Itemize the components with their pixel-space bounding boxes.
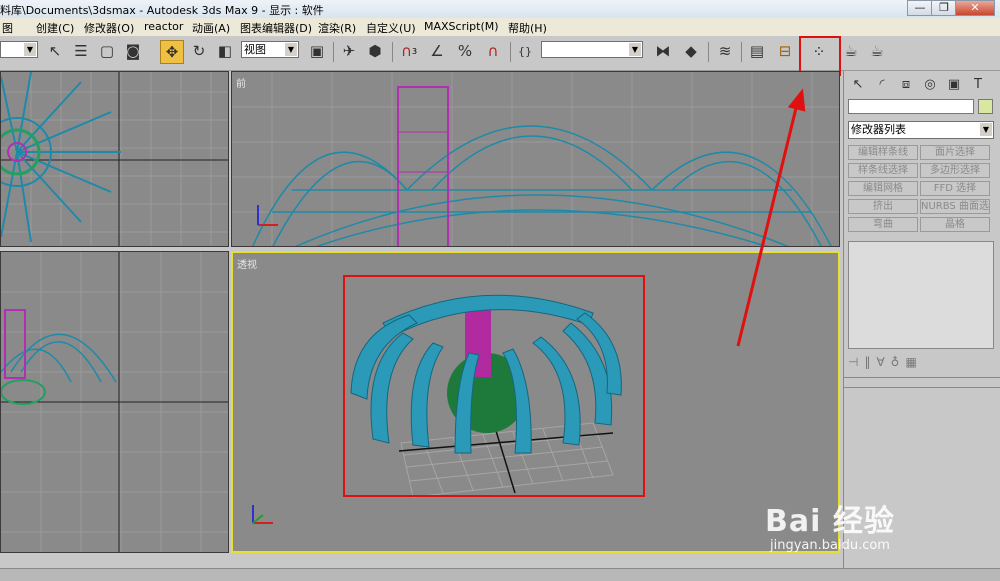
rotate-icon[interactable]: ↻ bbox=[188, 40, 210, 62]
pivot-center-icon[interactable]: ▣ bbox=[306, 40, 328, 62]
keyboard-shortcut-icon[interactable]: ⬢ bbox=[364, 40, 386, 62]
ffd-select-button[interactable]: FFD 选择 bbox=[920, 181, 990, 196]
menu-item-create[interactable]: 创建(C) bbox=[36, 20, 74, 36]
close-button[interactable]: ✕ bbox=[955, 0, 995, 16]
menu-item-reactor[interactable]: reactor bbox=[144, 20, 183, 33]
configure-sets-icon[interactable]: ▦ bbox=[905, 355, 922, 369]
object-name-field[interactable] bbox=[848, 99, 974, 114]
poly-select-button[interactable]: 多边形选择 bbox=[920, 163, 990, 178]
snap-dimension-label: 3 bbox=[411, 46, 418, 56]
viewport-left-canvas bbox=[1, 252, 228, 552]
align-icon[interactable]: ◆ bbox=[680, 40, 702, 62]
minimize-button[interactable]: — bbox=[907, 0, 933, 16]
hierarchy-tab-icon[interactable]: ⧈ bbox=[896, 75, 916, 93]
modifier-stack-list[interactable] bbox=[848, 241, 994, 349]
patch-select-button[interactable]: 面片选择 bbox=[920, 145, 990, 160]
status-bar bbox=[0, 568, 1000, 581]
nurbs-surface-select-button[interactable]: NURBS 曲面选择 bbox=[920, 199, 990, 214]
material-editor-highlight bbox=[799, 36, 841, 76]
select-arrow-icon[interactable]: ↖ bbox=[44, 40, 66, 62]
snap-icon[interactable]: ∩ 3 bbox=[398, 40, 420, 62]
select-manipulate-icon[interactable]: ✈ bbox=[338, 40, 360, 62]
chevron-down-icon: ▼ bbox=[285, 43, 297, 56]
reference-coord-value: 视图 bbox=[244, 43, 266, 56]
toolbar-separator bbox=[741, 42, 742, 62]
edit-spline-button[interactable]: 编辑样条线 bbox=[848, 145, 918, 160]
lattice-button[interactable]: 晶格 bbox=[920, 217, 990, 232]
modify-tab-icon[interactable]: ◜ bbox=[872, 75, 892, 93]
bend-button[interactable]: 弯曲 bbox=[848, 217, 918, 232]
named-selection-icon[interactable]: {} bbox=[514, 40, 536, 62]
schematic-view-icon[interactable]: ⊟ bbox=[774, 40, 796, 62]
menu-bar: 图 创建(C) 修改器(O) reactor 动画(A) 图表编辑器(D) 渲染… bbox=[0, 18, 1000, 37]
baidu-watermark-url: jingyan.baidu.com bbox=[770, 538, 890, 553]
edit-mesh-button[interactable]: 编辑网格 bbox=[848, 181, 918, 196]
viewport-top[interactable] bbox=[0, 71, 229, 247]
baidu-watermark-logo: Bai 经验 bbox=[765, 504, 895, 539]
pin-stack-icon[interactable]: ⊣ bbox=[848, 355, 864, 369]
chevron-down-icon: ▼ bbox=[629, 43, 641, 56]
layer-manager-icon[interactable]: ≋ bbox=[714, 40, 736, 62]
menu-item-customize[interactable]: 自定义(U) bbox=[366, 20, 416, 36]
toolbar-separator bbox=[510, 42, 511, 62]
chevron-down-icon: ▼ bbox=[24, 43, 36, 56]
display-tab-icon[interactable]: ▣ bbox=[944, 75, 964, 93]
menu-item-view[interactable]: 图 bbox=[2, 20, 13, 36]
annotation-arrow bbox=[736, 88, 806, 347]
modifier-list-dropdown[interactable]: 修改器列表 ▼ bbox=[848, 121, 994, 139]
extrude-button[interactable]: 挤出 bbox=[848, 199, 918, 214]
reference-coord-dropdown[interactable]: 视图 ▼ bbox=[241, 41, 299, 58]
window-crossing-icon[interactable]: ◙ bbox=[122, 40, 144, 62]
show-end-result-icon[interactable]: ‖ bbox=[864, 355, 876, 369]
menu-item-help[interactable]: 帮助(H) bbox=[508, 20, 547, 36]
panel-divider bbox=[844, 387, 1000, 388]
angle-snap-icon[interactable]: ∠ bbox=[426, 40, 448, 62]
utilities-tab-icon[interactable]: T bbox=[968, 75, 988, 93]
object-color-swatch[interactable] bbox=[978, 99, 993, 114]
move-icon[interactable]: ✥ bbox=[160, 40, 184, 64]
mirror-icon[interactable]: ⧓ bbox=[652, 40, 674, 62]
render-scene-icon[interactable]: ☕ bbox=[840, 40, 862, 62]
modifier-list-label: 修改器列表 bbox=[851, 123, 906, 136]
make-unique-icon[interactable]: ∀ bbox=[876, 355, 890, 369]
menu-item-rendering[interactable]: 渲染(R) bbox=[318, 20, 356, 36]
toolbar-separator bbox=[392, 42, 393, 62]
title-bar: 料库\Documents\3dsmax - Autodesk 3ds Max 9… bbox=[0, 0, 1000, 19]
stack-controls: ⊣‖∀♁▦ bbox=[848, 355, 994, 373]
chevron-down-icon: ▼ bbox=[980, 123, 992, 136]
motion-tab-icon[interactable]: ◎ bbox=[920, 75, 940, 93]
spinner-snap-icon[interactable]: ∩ bbox=[482, 40, 504, 62]
quick-render-icon[interactable]: ☕ bbox=[866, 40, 888, 62]
curve-editor-icon[interactable]: ▤ bbox=[746, 40, 768, 62]
toolbar-separator bbox=[333, 42, 334, 62]
main-toolbar: ▼ ↖ ☰ ▢ ◙ ✥ ↻ ◧ 视图 ▼ ▣ ✈ ⬢ ∩ 3 ∠ % ∩ {} ▼ … bbox=[0, 36, 1000, 76]
restore-button[interactable]: ❐ bbox=[931, 0, 957, 16]
create-tab-icon[interactable]: ↖ bbox=[848, 75, 868, 93]
rect-select-icon[interactable]: ▢ bbox=[96, 40, 118, 62]
axis-tripod-icon bbox=[252, 505, 273, 524]
spline-select-button[interactable]: 样条线选择 bbox=[848, 163, 918, 178]
object-highlight-box bbox=[343, 275, 645, 497]
menu-item-modifiers[interactable]: 修改器(O) bbox=[84, 20, 134, 36]
percent-snap-icon[interactable]: % bbox=[454, 40, 476, 62]
named-selection-dropdown[interactable]: ▼ bbox=[541, 41, 643, 58]
viewport-top-canvas bbox=[1, 72, 228, 246]
selection-filter-dropdown[interactable]: ▼ bbox=[0, 41, 38, 58]
window-title: 料库\Documents\3dsmax - Autodesk 3ds Max 9… bbox=[0, 4, 324, 17]
viewport-left[interactable] bbox=[0, 251, 229, 553]
remove-modifier-icon[interactable]: ♁ bbox=[891, 355, 906, 369]
viewport-label: 前 bbox=[236, 79, 246, 90]
toolbar-separator bbox=[708, 42, 709, 62]
menu-item-animation[interactable]: 动画(A) bbox=[192, 20, 230, 36]
menu-item-graph-editors[interactable]: 图表编辑器(D) bbox=[240, 20, 312, 36]
menu-item-maxscript[interactable]: MAXScript(M) bbox=[424, 20, 499, 33]
viewport-label: 透视 bbox=[237, 260, 257, 271]
scale-icon[interactable]: ◧ bbox=[214, 40, 236, 62]
select-by-name-icon[interactable]: ☰ bbox=[70, 40, 92, 62]
panel-divider bbox=[844, 377, 1000, 378]
